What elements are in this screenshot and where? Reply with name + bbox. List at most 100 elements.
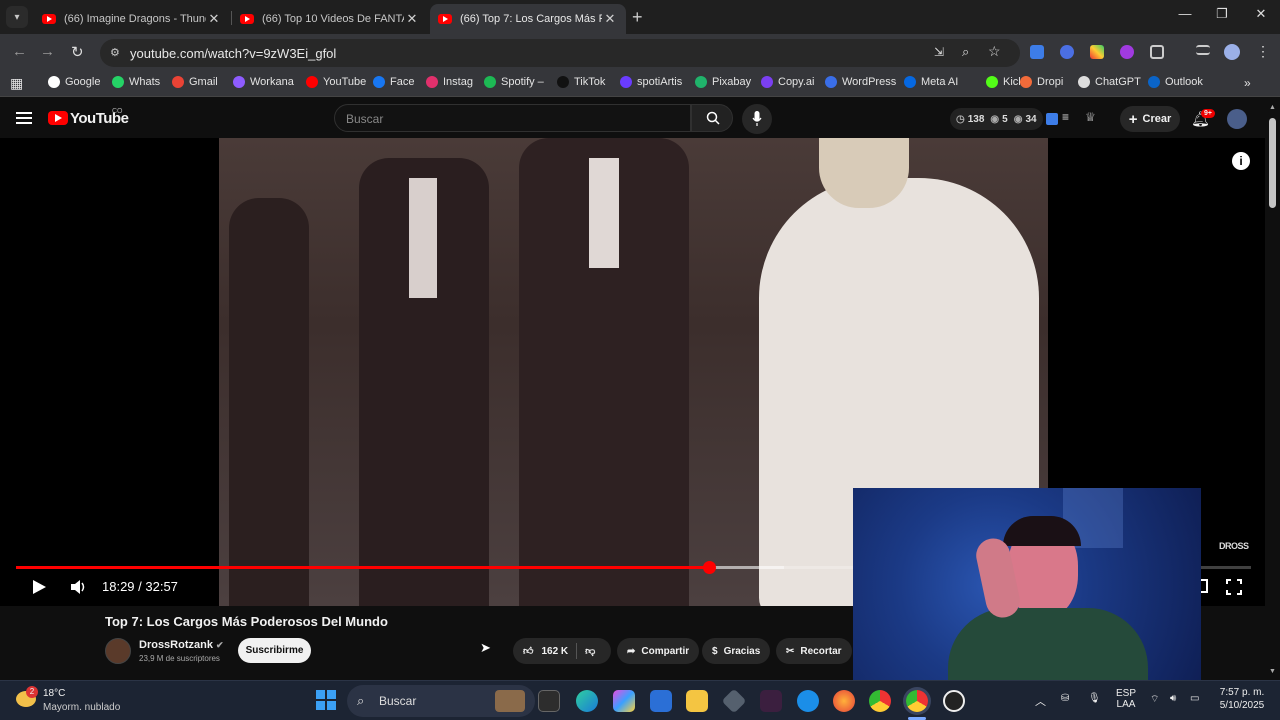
scroll-up-icon[interactable]: ▲ xyxy=(1269,104,1276,111)
bookmark-item[interactable]: Pixabay xyxy=(695,76,751,88)
forward-arrow-icon[interactable]: → xyxy=(40,43,55,60)
close-window-button[interactable]: ✕ xyxy=(1246,6,1276,22)
weather-temp[interactable]: 18°C xyxy=(43,688,65,699)
volume-icon[interactable] xyxy=(70,579,88,595)
voice-search-button[interactable] xyxy=(742,104,772,134)
fullscreen-icon[interactable] xyxy=(1226,579,1242,595)
install-app-icon[interactable]: ⇲ xyxy=(934,45,944,59)
bookmark-item[interactable]: Google xyxy=(48,76,100,88)
extension-icon[interactable] xyxy=(1060,45,1074,59)
extension-icon[interactable] xyxy=(1120,45,1134,59)
bookmark-item[interactable]: Meta AI xyxy=(904,76,958,88)
apps-grid-icon[interactable]: ▦ xyxy=(10,75,23,92)
subscribe-button[interactable]: Suscribirme xyxy=(238,638,311,663)
browser-tab-1[interactable]: (66) Imagine Dragons - Thunde ✕ xyxy=(34,4,230,34)
tray-app-icon[interactable]: ⛁ xyxy=(1061,693,1069,704)
site-info-icon[interactable]: ⚙ xyxy=(110,46,120,59)
bookmark-item[interactable]: Copy.ai xyxy=(761,76,814,88)
reading-list-icon[interactable] xyxy=(1196,45,1210,55)
like-count[interactable]: 162 K xyxy=(541,646,568,657)
show-hidden-icons-icon[interactable]: ︿ xyxy=(1035,693,1046,709)
bookmark-item[interactable]: Dropi xyxy=(1020,76,1063,88)
user-avatar[interactable] xyxy=(1227,109,1247,129)
address-bar[interactable]: ⚙ youtube.com/watch?v=9zW3Ei_gfol ⇲ ⌕ ☆ xyxy=(100,39,1020,67)
chrome-icon[interactable] xyxy=(869,690,891,712)
language-indicator[interactable]: ESP LAA xyxy=(1112,688,1140,710)
minimize-button[interactable]: — xyxy=(1170,6,1200,21)
reload-icon[interactable]: ↻ xyxy=(71,43,84,61)
search-input[interactable]: Buscar xyxy=(334,104,691,132)
microsoft-store-icon[interactable] xyxy=(650,690,672,712)
weather-desc[interactable]: Mayorm. nublado xyxy=(43,702,120,713)
bookmark-item[interactable]: YouTube xyxy=(306,76,366,88)
more-bookmarks-icon[interactable]: » xyxy=(1244,76,1251,90)
bookmark-item[interactable]: Face xyxy=(373,76,414,88)
bookmark-item[interactable]: Gmail xyxy=(172,76,218,88)
copilot-icon[interactable] xyxy=(613,690,635,712)
firefox-icon[interactable] xyxy=(833,690,855,712)
bookmark-item[interactable]: Whats xyxy=(112,76,160,88)
share-button[interactable]: ➦ Compartir xyxy=(617,638,700,664)
like-thumb-icon[interactable]: 👍︎ xyxy=(523,645,533,657)
app-icon[interactable] xyxy=(721,688,747,714)
channel-name[interactable]: DrossRotzank ✔ xyxy=(139,639,224,651)
microphone-icon[interactable]: 🎙︎ xyxy=(1088,693,1101,704)
video-editor-icon[interactable] xyxy=(760,690,782,712)
bookmark-item[interactable]: Outlook xyxy=(1148,76,1203,88)
extension-icon[interactable] xyxy=(1046,113,1058,125)
bookmark-item[interactable]: TikTok xyxy=(557,76,605,88)
profile-avatar[interactable] xyxy=(1224,44,1240,60)
close-tab-icon[interactable]: ✕ xyxy=(404,11,420,27)
buffered-bar xyxy=(709,566,785,569)
wifi-icon[interactable]: ⌔ xyxy=(1150,693,1159,706)
close-tab-icon[interactable]: ✕ xyxy=(206,11,222,27)
browser-tab-active[interactable]: (66) Top 7: Los Cargos Más Pod ✕ xyxy=(430,4,626,34)
info-icon[interactable]: i xyxy=(1232,152,1250,170)
create-button[interactable]: + Crear xyxy=(1120,106,1180,132)
channel-avatar[interactable] xyxy=(105,638,131,664)
new-tab-button[interactable]: + xyxy=(632,7,643,28)
task-view-icon[interactable] xyxy=(538,690,560,712)
list-icon[interactable]: ≡ xyxy=(1062,110,1069,124)
thanks-button[interactable]: $ Gracias xyxy=(702,638,771,664)
battery-icon[interactable]: ▭ xyxy=(1190,693,1199,704)
page-scrollbar[interactable]: ▲ ▼ xyxy=(1265,100,1280,680)
scroll-down-icon[interactable]: ▼ xyxy=(1269,668,1276,675)
chrome-active-icon[interactable] xyxy=(906,690,928,712)
clip-button[interactable]: ✂ Recortar xyxy=(776,638,852,664)
extension-stats-pill[interactable]: ◷ 138 ◉ 5 ◉ 34 xyxy=(950,108,1043,130)
bookmark-item[interactable]: Workana xyxy=(233,76,294,88)
award-icon[interactable]: ♕ xyxy=(1085,110,1096,124)
bookmark-star-icon[interactable]: ☆ xyxy=(988,43,1001,60)
zoom-icon[interactable]: ⌕ xyxy=(962,44,969,60)
tab-search-button[interactable]: ▾ xyxy=(6,6,28,28)
bookmark-item[interactable]: WordPress xyxy=(825,76,896,88)
speaker-icon[interactable]: 🔊︎ xyxy=(1170,693,1176,704)
youtube-logo-icon[interactable] xyxy=(48,111,68,125)
extension-icon[interactable] xyxy=(1030,45,1044,59)
close-tab-icon[interactable]: ✕ xyxy=(602,11,618,27)
app-icon[interactable] xyxy=(943,690,965,712)
bookmark-item[interactable]: Instag xyxy=(426,76,473,88)
bookmark-item[interactable]: spotiArtis xyxy=(620,76,682,88)
play-icon[interactable] xyxy=(31,579,47,595)
edge-browser-icon[interactable] xyxy=(576,690,598,712)
bookmark-item[interactable]: ChatGPT xyxy=(1078,76,1141,88)
clock[interactable]: 7:57 p. m. 5/10/2025 xyxy=(1210,687,1274,711)
browser-tab-2[interactable]: (66) Top 10 Videos De FANTASM ✕ xyxy=(232,4,428,34)
bookmark-item[interactable]: Kick xyxy=(986,76,1024,88)
extension-icon[interactable] xyxy=(1090,45,1104,59)
menu-hamburger-icon[interactable] xyxy=(16,112,32,124)
restore-button[interactable]: ❐ xyxy=(1207,6,1237,22)
bookmark-item[interactable]: Spotify – xyxy=(484,76,544,88)
windows-start-icon[interactable] xyxy=(316,690,336,710)
back-arrow-icon[interactable]: ← xyxy=(12,43,27,60)
taskbar-search[interactable]: ⌕ Buscar xyxy=(347,685,535,717)
browser-menu-icon[interactable]: ⋮ xyxy=(1256,43,1270,60)
search-button[interactable] xyxy=(691,104,733,132)
scrollbar-thumb[interactable] xyxy=(1269,118,1276,208)
snipping-tool-icon[interactable] xyxy=(797,690,819,712)
dislike-thumb-icon[interactable]: 👎︎ xyxy=(585,645,595,657)
extensions-puzzle-icon[interactable] xyxy=(1150,45,1164,59)
file-explorer-icon[interactable] xyxy=(686,690,708,712)
